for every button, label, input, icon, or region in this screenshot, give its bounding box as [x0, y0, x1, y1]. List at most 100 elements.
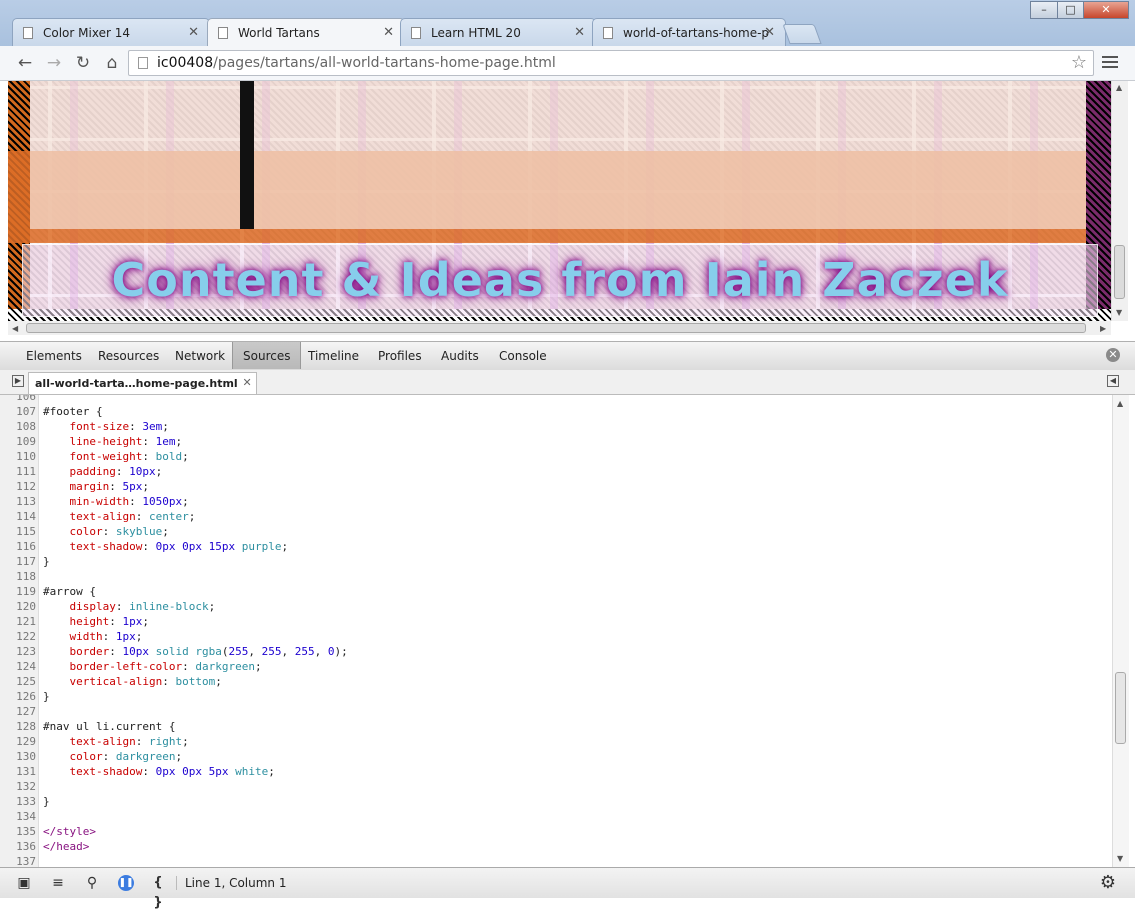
line-number[interactable]: 135	[0, 824, 36, 839]
code-line[interactable]: 108 font-size: 3em;	[0, 419, 169, 434]
tab-profiles[interactable]: Profiles	[378, 349, 422, 363]
code-line[interactable]: 112 margin: 5px;	[0, 479, 149, 494]
back-arrow-icon[interactable]: ←	[14, 52, 36, 74]
line-number[interactable]: 126	[0, 689, 36, 704]
code-line[interactable]: 125 vertical-align: bottom;	[0, 674, 222, 689]
code-line[interactable]: 120 display: inline-block;	[0, 599, 215, 614]
line-number[interactable]: 118	[0, 569, 36, 584]
code-line[interactable]: 113 min-width: 1050px;	[0, 494, 189, 509]
code-line[interactable]: 117}	[0, 554, 50, 569]
scroll-left-arrow-icon[interactable]: ◀	[12, 324, 18, 333]
tab-learn-html[interactable]: Learn HTML 20 ✕	[400, 18, 596, 46]
line-number[interactable]: 116	[0, 539, 36, 554]
scroll-up-arrow-icon[interactable]: ▲	[1116, 83, 1122, 92]
gear-icon[interactable]: ⚙	[1098, 873, 1118, 893]
line-number[interactable]: 108	[0, 419, 36, 434]
code-line[interactable]: 133}	[0, 794, 50, 809]
line-number[interactable]: 119	[0, 584, 36, 599]
scrollbar-thumb[interactable]	[26, 323, 1086, 333]
code-line[interactable]: 110 font-weight: bold;	[0, 449, 189, 464]
forward-arrow-icon[interactable]: →	[43, 52, 65, 74]
code-line[interactable]: 126}	[0, 689, 50, 704]
code-line[interactable]: 109 line-height: 1em;	[0, 434, 182, 449]
new-tab-button[interactable]	[782, 24, 822, 44]
url-text[interactable]: ic00408/pages/tartans/all-world-tartans-…	[157, 55, 556, 71]
close-icon[interactable]: ✕	[383, 25, 394, 40]
tab-audits[interactable]: Audits	[441, 349, 479, 363]
tab-network[interactable]: Network	[175, 349, 225, 363]
code-line[interactable]: 124 border-left-color: darkgreen;	[0, 659, 261, 674]
address-bar[interactable]: ic00408/pages/tartans/all-world-tartans-…	[128, 50, 1094, 76]
line-number[interactable]: 133	[0, 794, 36, 809]
scroll-right-arrow-icon[interactable]: ▶	[1100, 324, 1106, 333]
menu-icon[interactable]	[1102, 53, 1118, 71]
code-line[interactable]: 118	[0, 569, 43, 584]
code-line[interactable]: 137	[0, 854, 43, 867]
code-line[interactable]: 116 text-shadow: 0px 0px 15px purple;	[0, 539, 288, 554]
reload-icon[interactable]: ↻	[72, 52, 94, 74]
line-number[interactable]: 114	[0, 509, 36, 524]
code-line[interactable]: 114 text-align: center;	[0, 509, 195, 524]
line-number[interactable]: 127	[0, 704, 36, 719]
code-line[interactable]: 129 text-align: right;	[0, 734, 189, 749]
home-icon[interactable]: ⌂	[101, 52, 123, 74]
line-number[interactable]: 122	[0, 629, 36, 644]
scroll-down-arrow-icon[interactable]: ▼	[1116, 308, 1122, 317]
line-number[interactable]: 123	[0, 644, 36, 659]
code-line[interactable]: 136 </head>	[0, 839, 89, 854]
line-number[interactable]: 137	[0, 854, 36, 867]
dock-icon[interactable]: ▣	[14, 873, 34, 893]
code-line[interactable]: 130 color: darkgreen;	[0, 749, 182, 764]
line-number[interactable]: 125	[0, 674, 36, 689]
line-number[interactable]: 131	[0, 764, 36, 779]
line-number[interactable]: 106	[0, 395, 36, 404]
code-line[interactable]: 127	[0, 704, 43, 719]
tab-sources[interactable]: Sources	[232, 342, 302, 369]
code-vertical-scrollbar[interactable]: ▲ ▼	[1112, 395, 1129, 867]
line-number[interactable]: 117	[0, 554, 36, 569]
scroll-down-arrow-icon[interactable]: ▼	[1117, 854, 1123, 863]
code-line[interactable]: 106	[0, 395, 43, 404]
line-number[interactable]: 132	[0, 779, 36, 794]
show-console-icon[interactable]: ≡	[48, 873, 68, 893]
code-line[interactable]: 134	[0, 809, 43, 824]
line-number[interactable]: 130	[0, 749, 36, 764]
line-number[interactable]: 109	[0, 434, 36, 449]
tab-world-tartans[interactable]: World Tartans ✕	[207, 18, 405, 47]
line-number[interactable]: 111	[0, 464, 36, 479]
line-number[interactable]: 113	[0, 494, 36, 509]
code-line[interactable]: 111 padding: 10px;	[0, 464, 162, 479]
page-horizontal-scrollbar[interactable]: ◀ ▶	[8, 321, 1111, 335]
scrollbar-thumb[interactable]	[1115, 672, 1126, 744]
maximize-button[interactable]: □	[1057, 1, 1084, 19]
line-number[interactable]: 107	[0, 404, 36, 419]
code-line[interactable]: 131 text-shadow: 0px 0px 5px white;	[0, 764, 275, 779]
pause-on-exceptions-icon[interactable]: ❚❚	[118, 875, 134, 891]
close-file-icon[interactable]: ✕	[242, 376, 251, 389]
code-line[interactable]: 135 </style>	[0, 824, 96, 839]
tab-elements[interactable]: Elements	[26, 349, 82, 363]
scroll-up-arrow-icon[interactable]: ▲	[1117, 399, 1123, 408]
show-navigator-icon[interactable]: ▶	[12, 375, 24, 387]
line-number[interactable]: 112	[0, 479, 36, 494]
line-number[interactable]: 128	[0, 719, 36, 734]
open-file-tab[interactable]: all-world-tarta…home-page.html ✕	[28, 372, 257, 394]
line-number[interactable]: 115	[0, 524, 36, 539]
line-number[interactable]: 120	[0, 599, 36, 614]
tab-world-of-tartans[interactable]: world-of-tartans-home-p ✕	[592, 18, 786, 46]
close-icon[interactable]: ✕	[764, 25, 775, 40]
close-icon[interactable]: ✕	[188, 25, 199, 40]
minimize-button[interactable]: –	[1030, 1, 1058, 19]
bookmark-star-icon[interactable]: ☆	[1071, 52, 1087, 73]
page-vertical-scrollbar[interactable]: ▲ ▼	[1111, 81, 1128, 321]
code-line[interactable]: 132	[0, 779, 43, 794]
code-line[interactable]: 115 color: skyblue;	[0, 524, 169, 539]
window-close-button[interactable]: ✕	[1083, 1, 1129, 19]
pretty-print-icon[interactable]: { }	[148, 873, 168, 910]
code-line[interactable]: 121 height: 1px;	[0, 614, 149, 629]
tab-resources[interactable]: Resources	[98, 349, 159, 363]
code-editor[interactable]: 106 107 #footer {108 font-size: 3em; 109 li…	[0, 395, 1112, 867]
code-line[interactable]: 123 border: 10px solid rgba(255, 255, 25…	[0, 644, 348, 659]
tab-console[interactable]: Console	[499, 349, 547, 363]
line-number[interactable]: 134	[0, 809, 36, 824]
